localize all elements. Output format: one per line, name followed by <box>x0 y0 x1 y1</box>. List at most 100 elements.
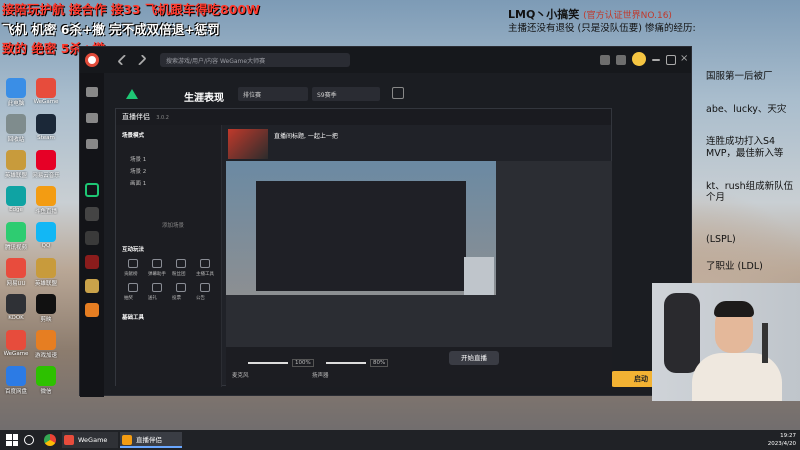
desktop-icon[interactable]: 剪映 <box>32 294 60 323</box>
tool-icon[interactable] <box>128 283 138 292</box>
desktop-icon[interactable]: 网易云音乐 <box>32 150 60 179</box>
overlay-line-1: 接陪玩护航 接合作 接33 飞机跟车得吃800W <box>2 2 260 17</box>
desktop-icon[interactable]: 微信 <box>32 366 60 395</box>
app-icon <box>36 186 56 206</box>
desktop-icon[interactable]: Steam <box>32 114 60 141</box>
desktop-icon[interactable]: 此电脑 <box>2 78 30 107</box>
notes-line-8: (LSPL) <box>706 234 736 245</box>
tool-title: 直播伴侣 <box>122 113 150 121</box>
webcam-feed <box>652 283 800 401</box>
desktop-icon-label: 百度网盘 <box>4 389 27 395</box>
game-icon[interactable] <box>85 231 99 245</box>
desktop-icon[interactable]: 回收站 <box>2 114 30 143</box>
desktop-icon[interactable]: WeGame <box>32 78 60 105</box>
desktop-icon-label: WeGame <box>3 351 29 357</box>
mic-level[interactable]: 100% <box>292 359 314 367</box>
desktop-icon[interactable]: 英雄联盟 <box>2 150 30 179</box>
tool-icon[interactable] <box>200 283 210 292</box>
avatar[interactable] <box>632 52 646 66</box>
scene-item[interactable]: 场景 1 <box>130 155 146 163</box>
game-tab-icon[interactable] <box>85 183 99 197</box>
clock-time: 19:27 <box>780 433 796 439</box>
desktop-icon[interactable]: KOOK <box>2 294 30 321</box>
tool-icon[interactable] <box>152 283 162 292</box>
mic-slider[interactable] <box>248 362 288 364</box>
app-icon <box>36 294 56 314</box>
desktop-icon[interactable]: 英雄联盟 <box>32 258 60 287</box>
store-icon[interactable] <box>86 139 98 149</box>
app-icon <box>36 222 56 242</box>
system-clock[interactable]: 19:27 2023/4/20 <box>768 432 796 448</box>
add-scene-button[interactable]: 添加场景 <box>162 221 184 229</box>
green-triangle-icon <box>126 89 138 99</box>
desktop-icon[interactable]: QQ <box>32 222 60 249</box>
maximize-icon[interactable] <box>666 55 676 65</box>
overlay-line-2: 飞机 机密 6杀+撤 完不成双倍退+惩罚 <box>2 22 220 37</box>
notes-line-9: 了职业 (LDL) <box>706 261 763 272</box>
preview-canvas <box>226 161 612 363</box>
app-icon <box>36 366 56 386</box>
desktop-icon-label: KOOK <box>8 315 24 321</box>
desktop-icon-label: 此电脑 <box>7 101 25 107</box>
desktop-icon-label: 剪映 <box>40 317 52 323</box>
desktop-icon[interactable]: WeGame <box>2 330 30 357</box>
home-icon[interactable] <box>86 87 98 97</box>
tool-icon[interactable] <box>176 283 186 292</box>
chrome-icon[interactable] <box>44 434 56 446</box>
app-icon <box>6 150 26 170</box>
basic-tools-label: 基础工具 <box>122 315 145 321</box>
tool-icon[interactable] <box>128 259 138 268</box>
go-live-button[interactable]: 开始直播 <box>449 351 499 365</box>
app-titlebar: 搜索游戏/用户/内容 WeGame大师赛 × <box>80 47 691 73</box>
season-select[interactable]: S9赛季 <box>312 87 380 101</box>
speaker-slider[interactable] <box>326 362 366 364</box>
tool-version: 3.0.2 <box>156 115 169 121</box>
minimize-icon[interactable] <box>652 59 660 61</box>
forward-icon[interactable] <box>135 54 147 66</box>
search-icon[interactable] <box>24 435 34 445</box>
share-icon[interactable] <box>392 87 404 99</box>
bell-icon[interactable] <box>616 55 626 65</box>
mail-icon[interactable] <box>600 55 610 65</box>
scene-mode-label: 场景模式 <box>122 133 145 139</box>
desktop-icon[interactable]: 腾讯视频 <box>2 222 30 251</box>
notes-line-5: MVP，最佳新入等 <box>706 148 784 159</box>
interactive-tools-label: 互动玩法 <box>122 247 145 253</box>
tool-icon[interactable] <box>200 259 210 268</box>
desktop-icon[interactable]: Edge <box>2 186 30 213</box>
tool-icon[interactable] <box>152 259 162 268</box>
start-menu-icon[interactable] <box>6 434 18 446</box>
speaker-level[interactable]: 80% <box>370 359 389 367</box>
taskbar-item-wegame[interactable]: WeGame <box>62 432 118 448</box>
desktop-icon[interactable]: 斗鱼直播 <box>32 186 60 215</box>
wegame-icon <box>64 435 74 445</box>
streamer-hair <box>714 301 754 317</box>
app-icon <box>36 78 56 98</box>
scene-item[interactable]: 画面 1 <box>130 179 146 187</box>
close-icon[interactable]: × <box>680 54 690 65</box>
search-input[interactable]: 搜索游戏/用户/内容 WeGame大师赛 <box>160 53 350 67</box>
lol-icon[interactable] <box>85 207 99 221</box>
desktop-icon-label: QQ <box>41 243 51 249</box>
game-icon[interactable] <box>85 303 99 317</box>
taskbar-item-streaming[interactable]: 直播伴侣 <box>120 432 182 448</box>
app-icon <box>6 366 26 386</box>
streamer-name-line: LMQ丶小搞笑 (官方认证世界NO.16) <box>508 8 800 23</box>
tool-icon[interactable] <box>176 259 186 268</box>
back-icon[interactable] <box>117 54 129 66</box>
library-icon[interactable] <box>86 113 98 123</box>
valorant-icon[interactable] <box>85 255 99 269</box>
app-icon <box>36 114 56 134</box>
desktop-icon[interactable]: 网易UU <box>2 258 30 287</box>
game-icon[interactable] <box>85 279 99 293</box>
taskbar-item-label: 直播伴侣 <box>136 436 162 444</box>
mode-select[interactable]: 排位赛 <box>238 87 308 101</box>
desktop-icon-label: 游戏加速 <box>34 353 57 359</box>
app-icon <box>6 78 26 98</box>
streamer-notes: LMQ丶小搞笑 (官方认证世界NO.16) 主播还没有退役 (只是没队伍要) 惨… <box>508 8 800 36</box>
desktop-icon[interactable]: 游戏加速 <box>32 330 60 359</box>
tool-label: 贡献榜 <box>124 272 138 277</box>
desktop-icon[interactable]: 百度网盘 <box>2 366 30 395</box>
preview-app <box>256 181 466 291</box>
scene-item[interactable]: 场景 2 <box>130 167 146 175</box>
